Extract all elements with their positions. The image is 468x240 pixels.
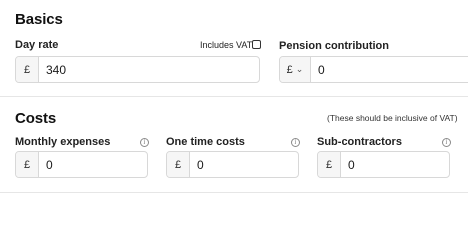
sub-contractors-field[interactable]: £ 0 <box>317 151 450 178</box>
currency-prefix: £ <box>16 152 39 177</box>
section-divider <box>0 192 468 193</box>
pension-contribution-label: Pension contribution <box>279 40 389 52</box>
day-rate-label: Day rate <box>15 39 59 51</box>
includes-vat-label[interactable]: Includes VAT <box>200 40 252 50</box>
info-icon[interactable]: i <box>442 138 451 147</box>
costs-vat-note: (These should be inclusive of VAT) <box>327 113 458 123</box>
currency-symbol: £ <box>286 63 293 76</box>
currency-prefix: £ <box>167 152 190 177</box>
one-time-costs-label: One time costs <box>166 136 245 148</box>
costs-heading: Costs <box>15 110 57 127</box>
monthly-expenses-input[interactable]: 0 <box>39 152 147 177</box>
day-rate-input[interactable]: 340 <box>39 57 259 82</box>
one-time-costs-field[interactable]: £ 0 <box>166 151 299 178</box>
sub-contractors-label: Sub-contractors <box>317 136 402 148</box>
monthly-expenses-label: Monthly expenses <box>15 136 111 148</box>
basics-heading: Basics <box>15 11 63 28</box>
info-icon[interactable]: i <box>291 138 300 147</box>
currency-prefix: £ <box>318 152 341 177</box>
day-rate-field[interactable]: £ 340 <box>15 56 260 83</box>
monthly-expenses-field[interactable]: £ 0 <box>15 151 148 178</box>
pension-contribution-input[interactable]: 0 <box>311 57 468 82</box>
currency-select[interactable]: £ ⌄ <box>280 57 311 82</box>
sub-contractors-input[interactable]: 0 <box>341 152 449 177</box>
currency-prefix: £ <box>16 57 39 82</box>
section-divider <box>0 96 468 97</box>
includes-vat-checkbox[interactable] <box>252 40 261 49</box>
chevron-down-icon: ⌄ <box>295 64 304 74</box>
pension-contribution-field[interactable]: £ ⌄ 0 <box>279 56 468 83</box>
info-icon[interactable]: i <box>140 138 149 147</box>
one-time-costs-input[interactable]: 0 <box>190 152 298 177</box>
